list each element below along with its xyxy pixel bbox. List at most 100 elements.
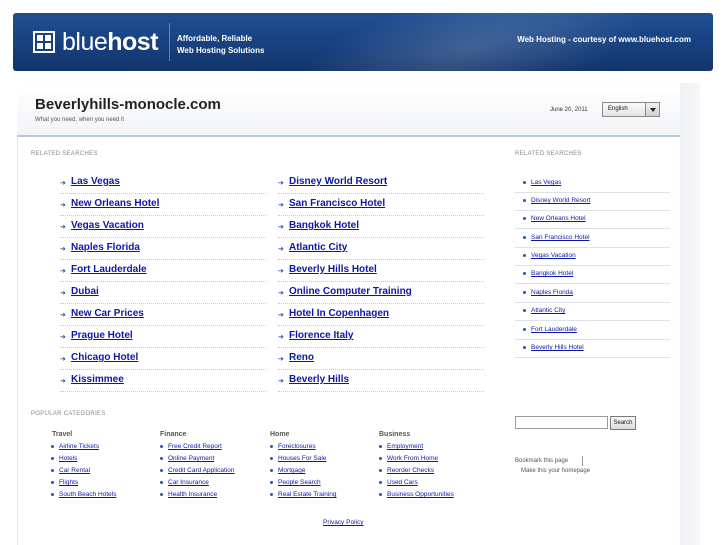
related-search-item[interactable]: ➜ Naples Florida bbox=[60, 238, 266, 260]
related-search-item[interactable]: ➜ Beverly Hills Hotel bbox=[278, 260, 484, 282]
category-link[interactable]: Business Opportunities bbox=[379, 491, 454, 498]
bullet-icon bbox=[523, 181, 526, 184]
divider bbox=[515, 228, 670, 229]
logo-text: bluehost bbox=[62, 27, 159, 56]
arrow-icon: ➜ bbox=[60, 268, 66, 275]
related-search-item[interactable]: ➜ Disney World Resort bbox=[278, 172, 484, 194]
category-link[interactable]: Hotels bbox=[51, 455, 77, 462]
category-link[interactable]: Used Cars bbox=[379, 479, 418, 486]
sidebar-link[interactable]: Atlantic City bbox=[523, 307, 565, 314]
arrow-icon: ➜ bbox=[278, 356, 284, 363]
related-search-item[interactable]: ➜ New Orleans Hotel bbox=[60, 194, 266, 216]
arrow-icon: ➜ bbox=[278, 334, 284, 341]
logo-divider bbox=[169, 23, 170, 61]
bullet-icon bbox=[270, 445, 273, 448]
language-select[interactable]: English bbox=[602, 102, 660, 117]
bullet-icon bbox=[523, 309, 526, 312]
tagline: Affordable, Reliable Web Hosting Solutio… bbox=[177, 34, 265, 55]
category-title: Finance bbox=[160, 431, 187, 438]
related-search-item[interactable]: ➜ Kissimmee bbox=[60, 370, 266, 392]
bullet-icon bbox=[270, 469, 273, 472]
category-link[interactable]: Flights bbox=[51, 479, 78, 486]
bullet-icon bbox=[160, 469, 163, 472]
related-search-item[interactable]: ➜ Reno bbox=[278, 348, 484, 370]
category-link[interactable]: Free Credit Report bbox=[160, 443, 222, 450]
search-input[interactable] bbox=[515, 416, 608, 429]
category-link[interactable]: Health Insurance bbox=[160, 491, 217, 498]
divider bbox=[515, 265, 670, 266]
category-link[interactable]: Online Payment bbox=[160, 455, 214, 462]
related-search-item[interactable]: ➜ San Francisco Hotel bbox=[278, 194, 484, 216]
sidebar-link[interactable]: Las Vegas bbox=[523, 179, 561, 186]
header-banner: bluehost Affordable, Reliable Web Hostin… bbox=[13, 13, 713, 71]
arrow-icon: ➜ bbox=[278, 378, 284, 385]
bluehost-logo[interactable]: bluehost bbox=[33, 27, 159, 57]
related-search-item[interactable]: ➜ New Car Prices bbox=[60, 304, 266, 326]
category-link[interactable]: Houses For Sale bbox=[270, 455, 326, 462]
related-search-item[interactable]: ➜ Las Vegas bbox=[60, 172, 266, 194]
related-search-item[interactable]: ➜ Prague Hotel bbox=[60, 326, 266, 348]
related-search-item[interactable]: ➜ Atlantic City bbox=[278, 238, 484, 260]
related-search-item[interactable]: ➜ Beverly Hills bbox=[278, 370, 484, 392]
category-link[interactable]: Reorder Checks bbox=[379, 467, 434, 474]
bullet-icon bbox=[270, 481, 273, 484]
category-link[interactable]: People Search bbox=[270, 479, 321, 486]
sidebar-link[interactable]: San Francisco Hotel bbox=[523, 234, 590, 241]
homepage-link[interactable]: Make this your homepage bbox=[521, 468, 590, 474]
category-link[interactable]: Car Rental bbox=[51, 467, 90, 474]
arrow-icon: ➜ bbox=[60, 378, 66, 385]
bookmark-link[interactable]: Bookmark this page bbox=[515, 458, 568, 464]
bullet-icon bbox=[270, 457, 273, 460]
bullet-icon bbox=[379, 481, 382, 484]
related-search-item[interactable]: ➜ Florence Italy bbox=[278, 326, 484, 348]
arrow-icon: ➜ bbox=[60, 356, 66, 363]
bullet-icon bbox=[270, 493, 273, 496]
search-button[interactable]: Search bbox=[610, 416, 636, 430]
category-link[interactable]: Employment bbox=[379, 443, 423, 450]
sidebar-link[interactable]: Beverly Hills Hotel bbox=[523, 344, 584, 351]
category-link[interactable]: Airline Tickets bbox=[51, 443, 99, 450]
sidebar-link[interactable]: Vegas Vacation bbox=[523, 252, 576, 259]
sidebar-link[interactable]: Naples Florida bbox=[523, 289, 573, 296]
bullet-icon bbox=[523, 236, 526, 239]
category-link[interactable]: Real Estate Training bbox=[270, 491, 337, 498]
bullet-icon bbox=[51, 445, 54, 448]
popular-categories-label: POPULAR CATEGORIES bbox=[31, 411, 106, 417]
bullet-icon bbox=[379, 445, 382, 448]
related-search-item[interactable]: ➜ Vegas Vacation bbox=[60, 216, 266, 238]
arrow-icon: ➜ bbox=[60, 246, 66, 253]
divider bbox=[515, 339, 670, 340]
bullet-icon bbox=[51, 481, 54, 484]
category-title: Home bbox=[270, 431, 290, 438]
category-title: Business bbox=[379, 431, 411, 438]
arrow-icon: ➜ bbox=[278, 224, 284, 231]
arrow-icon: ➜ bbox=[278, 202, 284, 209]
arrow-icon: ➜ bbox=[60, 224, 66, 231]
sidebar-link[interactable]: Bangkok Hotel bbox=[523, 270, 573, 277]
category-link[interactable]: Credit Card Application bbox=[160, 467, 234, 474]
sidebar-link[interactable]: Disney World Resort bbox=[523, 197, 590, 204]
bullet-icon bbox=[523, 328, 526, 331]
related-searches-label: RELATED SEARCHES bbox=[31, 151, 98, 157]
category-link[interactable]: Work From Home bbox=[379, 455, 438, 462]
chevron-down-icon[interactable] bbox=[645, 103, 659, 116]
sidebar-related-label: RELATED SEARCHES bbox=[515, 151, 582, 157]
courtesy-link[interactable]: Web Hosting - courtesy of www.bluehost.c… bbox=[517, 35, 691, 44]
sidebar-link[interactable]: Fort Lauderdale bbox=[523, 326, 577, 333]
category-link[interactable]: South Beach Hotels bbox=[51, 491, 116, 498]
privacy-policy-link[interactable]: Privacy Policy bbox=[323, 519, 363, 526]
related-search-item[interactable]: ➜ Chicago Hotel bbox=[60, 348, 266, 370]
related-search-item[interactable]: ➜ Hotel In Copenhagen bbox=[278, 304, 484, 326]
category-link[interactable]: Foreclosures bbox=[270, 443, 316, 450]
related-search-item[interactable]: ➜ Online Computer Training bbox=[278, 282, 484, 304]
category-link[interactable]: Car Insurance bbox=[160, 479, 209, 486]
sidebar-link[interactable]: New Orleans Hotel bbox=[523, 215, 586, 222]
arrow-icon: ➜ bbox=[60, 312, 66, 319]
date-label: June 20, 2011 bbox=[550, 107, 588, 113]
related-search-item[interactable]: ➜ Bangkok Hotel bbox=[278, 216, 484, 238]
category-link[interactable]: Mortgage bbox=[270, 467, 305, 474]
divider bbox=[515, 283, 670, 284]
divider bbox=[515, 357, 670, 358]
related-search-item[interactable]: ➜ Fort Lauderdale bbox=[60, 260, 266, 282]
related-search-item[interactable]: ➜ Dubai bbox=[60, 282, 266, 304]
